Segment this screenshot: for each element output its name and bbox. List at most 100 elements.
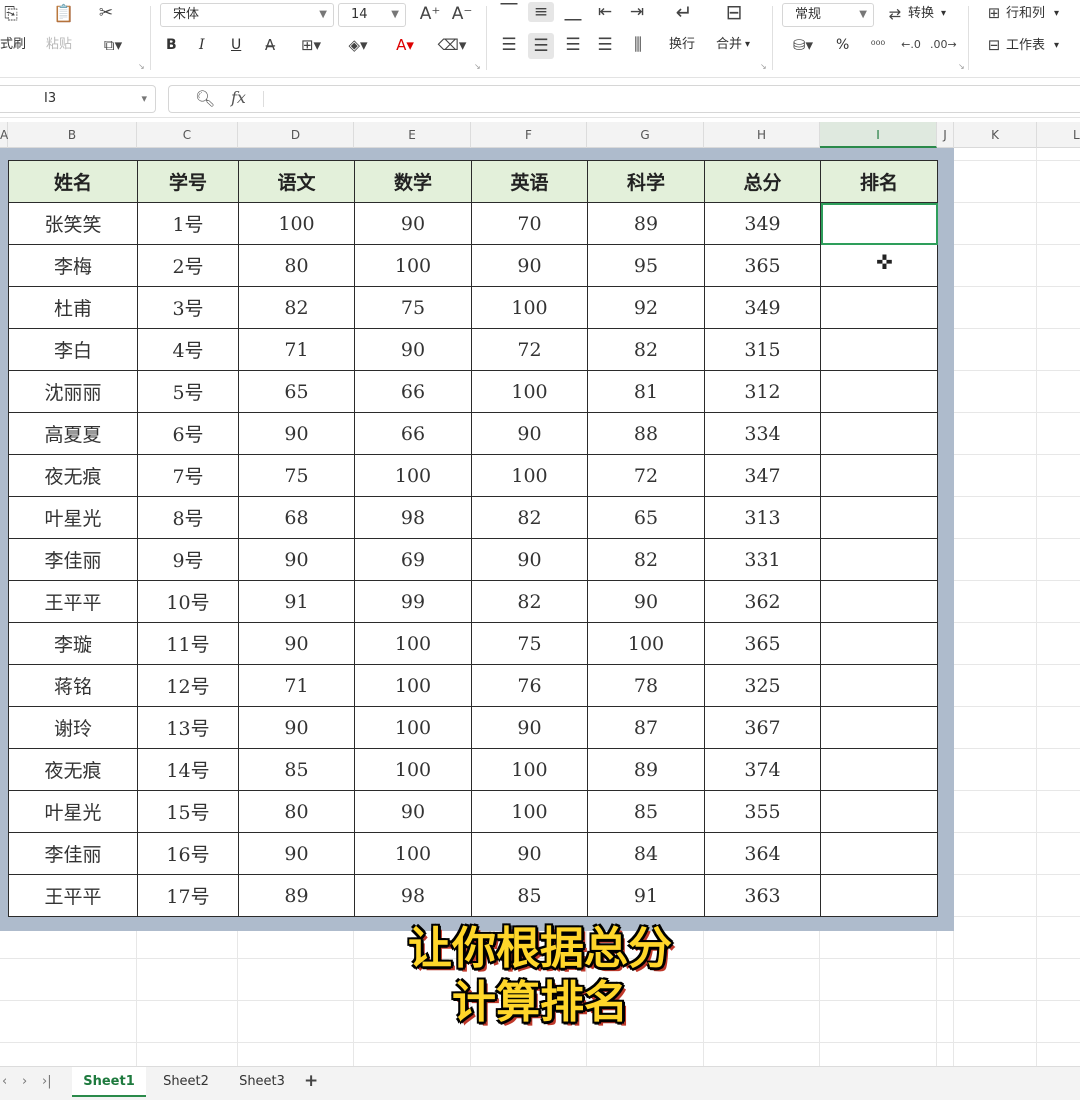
table-cell[interactable]: 82 — [587, 538, 705, 581]
chevron-down-icon[interactable]: ▾ — [745, 36, 750, 54]
table-cell[interactable]: 362 — [704, 580, 821, 623]
table-cell[interactable]: 4号 — [137, 328, 239, 371]
table-cell[interactable]: 100 — [354, 748, 472, 791]
table-cell[interactable]: 王平平 — [8, 874, 138, 917]
table-cell[interactable] — [820, 496, 938, 539]
table-cell[interactable]: 2号 — [137, 244, 239, 287]
table-cell[interactable]: 365 — [704, 244, 821, 287]
table-cell[interactable]: 363 — [704, 874, 821, 917]
table-cell[interactable]: 100 — [354, 832, 472, 875]
column-header-l[interactable]: L — [1037, 122, 1080, 148]
currency-icon[interactable]: ⛁▾ — [786, 35, 820, 55]
decrease-font-size-icon[interactable]: A⁻ — [450, 4, 474, 24]
table-cell[interactable]: 367 — [704, 706, 821, 749]
table-cell[interactable]: 100 — [587, 622, 705, 665]
table-cell[interactable]: 88 — [587, 412, 705, 455]
format-painter-button[interactable]: 式刷 — [0, 36, 26, 54]
table-cell[interactable]: 蒋铭 — [8, 664, 138, 707]
table-cell[interactable]: 7号 — [137, 454, 239, 497]
column-header-b[interactable]: B — [8, 122, 137, 148]
table-cell[interactable]: 99 — [354, 580, 472, 623]
table-cell[interactable]: 75 — [471, 622, 588, 665]
table-cell[interactable]: 16号 — [137, 832, 239, 875]
table-cell[interactable]: 72 — [471, 328, 588, 371]
worksheet-icon[interactable]: ⊟ — [984, 35, 1004, 55]
table-cell[interactable]: 10号 — [137, 580, 239, 623]
table-cell[interactable]: 312 — [704, 370, 821, 413]
cut-icon[interactable]: ✂ — [94, 3, 118, 23]
column-header-j[interactable]: J — [937, 122, 954, 148]
table-cell[interactable]: 91 — [587, 874, 705, 917]
table-cell[interactable]: 90 — [238, 622, 355, 665]
header-cell[interactable]: 科学 — [587, 160, 705, 203]
thousands-separator-icon[interactable]: ⁰⁰⁰ — [866, 35, 890, 55]
table-cell[interactable] — [820, 370, 938, 413]
table-cell[interactable]: 90 — [238, 706, 355, 749]
formula-input[interactable]: 🔍︎ fx — [168, 85, 1080, 113]
font-dialog-launcher-icon[interactable]: ↘ — [474, 62, 481, 71]
sheet-tab-3[interactable]: Sheet3 — [226, 1067, 298, 1097]
table-cell[interactable]: 王平平 — [8, 580, 138, 623]
increase-indent-icon[interactable]: ⇥ — [626, 2, 648, 22]
table-cell[interactable]: 98 — [354, 496, 472, 539]
table-cell[interactable]: 100 — [238, 202, 355, 245]
clear-format-icon[interactable]: ⌫▾ — [434, 35, 470, 55]
rows-columns-icon[interactable]: ⊞ — [984, 3, 1004, 23]
table-cell[interactable]: 347 — [704, 454, 821, 497]
paste-button[interactable]: 粘贴 — [46, 36, 72, 54]
table-cell[interactable]: 85 — [587, 790, 705, 833]
table-cell[interactable]: 75 — [354, 286, 472, 329]
table-cell[interactable]: 100 — [354, 664, 472, 707]
table-cell[interactable]: 80 — [238, 790, 355, 833]
column-header-k[interactable]: K — [954, 122, 1037, 148]
percent-button[interactable]: % — [836, 36, 849, 54]
table-cell[interactable]: 100 — [471, 370, 588, 413]
number-dialog-launcher-icon[interactable]: ↘ — [958, 62, 965, 71]
table-cell[interactable]: 3号 — [137, 286, 239, 329]
table-cell[interactable]: 6号 — [137, 412, 239, 455]
table-cell[interactable]: 365 — [704, 622, 821, 665]
table-cell[interactable]: 364 — [704, 832, 821, 875]
table-cell[interactable] — [820, 832, 938, 875]
table-cell[interactable]: 90 — [587, 580, 705, 623]
table-cell[interactable]: 100 — [471, 748, 588, 791]
table-cell[interactable]: 78 — [587, 664, 705, 707]
table-cell[interactable]: 66 — [354, 370, 472, 413]
table-cell[interactable]: 75 — [238, 454, 355, 497]
table-cell[interactable]: 89 — [238, 874, 355, 917]
table-cell[interactable]: 14号 — [137, 748, 239, 791]
name-box[interactable]: I3 ▾ — [0, 85, 156, 113]
table-cell[interactable]: 夜无痕 — [8, 454, 138, 497]
table-cell[interactable]: 100 — [471, 454, 588, 497]
table-cell[interactable]: 349 — [704, 202, 821, 245]
table-cell[interactable] — [820, 790, 938, 833]
table-cell[interactable]: 8号 — [137, 496, 239, 539]
table-cell[interactable]: 89 — [587, 748, 705, 791]
table-cell[interactable]: 325 — [704, 664, 821, 707]
header-cell[interactable]: 数学 — [354, 160, 472, 203]
sheet-tab-1[interactable]: Sheet1 — [72, 1067, 146, 1097]
table-cell[interactable]: 92 — [587, 286, 705, 329]
table-cell[interactable]: 89 — [587, 202, 705, 245]
table-cell[interactable]: 100 — [471, 790, 588, 833]
table-cell[interactable]: 90 — [471, 706, 588, 749]
number-format-dropdown[interactable]: 常规 ▼ — [782, 3, 874, 27]
align-top-icon[interactable]: ⎺ — [498, 2, 520, 22]
table-cell[interactable]: 334 — [704, 412, 821, 455]
table-cell[interactable]: 11号 — [137, 622, 239, 665]
table-cell[interactable]: 80 — [238, 244, 355, 287]
column-header-h[interactable]: H — [704, 122, 820, 148]
table-cell[interactable]: 82 — [471, 496, 588, 539]
header-cell[interactable]: 学号 — [137, 160, 239, 203]
table-cell[interactable]: 谢玲 — [8, 706, 138, 749]
convert-icon[interactable]: ⇄ — [884, 4, 906, 24]
merge-button[interactable]: 合并 — [716, 36, 742, 54]
wrap-text-icon[interactable]: ↵ — [670, 2, 698, 22]
table-cell[interactable]: 90 — [238, 538, 355, 581]
table-cell[interactable]: 15号 — [137, 790, 239, 833]
column-header-e[interactable]: E — [354, 122, 471, 148]
last-sheet-icon[interactable]: ›| — [42, 1074, 52, 1089]
font-name-dropdown[interactable]: 宋体 ▼ — [160, 3, 334, 27]
table-cell[interactable]: 沈丽丽 — [8, 370, 138, 413]
table-cell[interactable] — [820, 412, 938, 455]
